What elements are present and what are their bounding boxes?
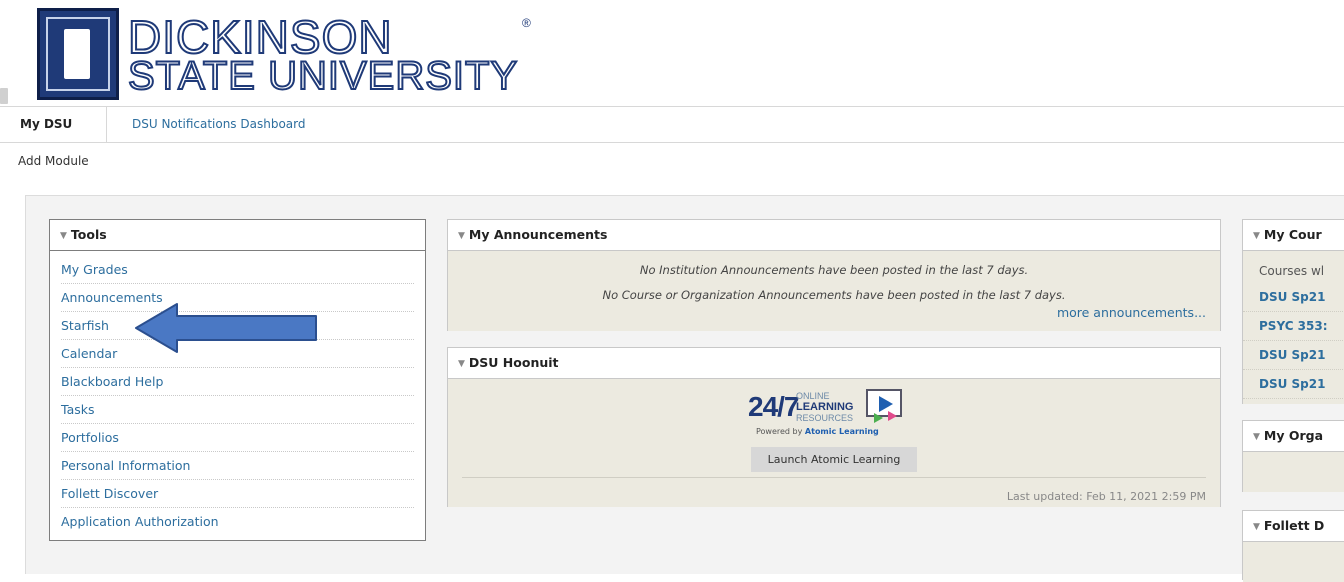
green-play-icon	[874, 413, 883, 423]
announcements-module-header[interactable]: ▼ My Announcements	[448, 220, 1220, 251]
collapse-triangle-icon[interactable]: ▼	[1253, 422, 1260, 451]
tool-link-follett-discover[interactable]: Follett Discover	[61, 480, 414, 508]
announcements-title: My Announcements	[468, 227, 608, 242]
add-module-button[interactable]: Add Module	[18, 154, 89, 168]
atomic-learning-logo[interactable]: 24/7 ONLINE LEARNING RESOURCES Powered b…	[748, 389, 918, 436]
follett-title: Follett D	[1263, 518, 1325, 533]
tool-link-tasks[interactable]: Tasks	[61, 396, 414, 424]
tool-link-my-grades[interactable]: My Grades	[61, 256, 414, 284]
logo-text-line2: STATE UNIVERSITY	[127, 54, 519, 98]
follett-module-header[interactable]: ▼ Follett D	[1243, 511, 1344, 542]
logo-247: 24/7	[748, 391, 799, 422]
pink-play-icon	[888, 411, 897, 421]
tools-module-header[interactable]: ▼ Tools	[50, 220, 425, 251]
course-link[interactable]: DSU Sp21	[1243, 341, 1344, 370]
collapse-triangle-icon[interactable]: ▼	[60, 221, 67, 250]
courses-note: Courses wl	[1259, 264, 1325, 278]
my-courses-title: My Cour	[1263, 227, 1322, 242]
logo-resources: RESOURCES	[796, 413, 854, 423]
announcements-module: ▼ My Announcements No Institution Announc…	[447, 219, 1221, 331]
tab-bar: My DSU DSU Notifications Dashboard	[0, 106, 1344, 143]
collapse-triangle-icon[interactable]: ▼	[1253, 512, 1260, 541]
announcements-body: No Institution Announcements have been p…	[448, 251, 1220, 331]
tool-link-portfolios[interactable]: Portfolios	[61, 424, 414, 452]
collapse-triangle-icon[interactable]: ▼	[1253, 221, 1260, 250]
institution-announcements-note: No Institution Announcements have been p…	[639, 263, 1029, 277]
registered-mark: ®	[522, 16, 531, 30]
tools-module: ▼ Tools My Grades Announcements Starfish …	[49, 219, 426, 541]
hoonuit-title: DSU Hoonuit	[468, 355, 559, 370]
follett-module: ▼ Follett D	[1242, 510, 1344, 582]
tools-list: My Grades Announcements Starfish Calenda…	[50, 251, 425, 535]
hoonuit-module: ▼ DSU Hoonuit 24/7 ONLINE LEARNING RESOUR…	[447, 347, 1221, 507]
my-organizations-body	[1243, 452, 1344, 492]
last-updated-text: Last updated: Feb 11, 2021 2:59 PM	[1006, 490, 1206, 503]
tool-link-application-authorization[interactable]: Application Authorization	[61, 508, 414, 535]
divider	[462, 477, 1206, 478]
logo-online: ONLINE	[796, 391, 830, 401]
my-organizations-title: My Orga	[1263, 428, 1324, 443]
tool-link-blackboard-help[interactable]: Blackboard Help	[61, 368, 414, 396]
hoonuit-body: 24/7 ONLINE LEARNING RESOURCES Powered b…	[448, 379, 1220, 507]
edge-handle[interactable]	[0, 88, 8, 104]
collapse-triangle-icon[interactable]: ▼	[458, 221, 465, 250]
site-header: DICKINSON STATE UNIVERSITY ®	[0, 0, 1344, 106]
course-link[interactable]: DSU Sp21	[1243, 370, 1344, 399]
my-organizations-module-header[interactable]: ▼ My Orga	[1243, 421, 1344, 452]
tab-my-dsu[interactable]: My DSU	[0, 107, 107, 142]
my-courses-module-header[interactable]: ▼ My Cour	[1243, 220, 1344, 251]
tab-dsu-notifications-dashboard[interactable]: DSU Notifications Dashboard	[132, 107, 305, 142]
tools-title: Tools	[70, 227, 107, 242]
my-courses-module: ▼ My Cour Courses wl DSU Sp21 PSYC 353: D…	[1242, 219, 1344, 404]
collapse-triangle-icon[interactable]: ▼	[458, 349, 465, 378]
my-organizations-module: ▼ My Orga	[1242, 420, 1344, 492]
tool-link-personal-information[interactable]: Personal Information	[61, 452, 414, 480]
logo-learning: LEARNING	[796, 401, 854, 413]
my-courses-body: Courses wl DSU Sp21 PSYC 353: DSU Sp21 D…	[1243, 251, 1344, 404]
university-logo-mark	[37, 8, 119, 100]
hoonuit-module-header[interactable]: ▼ DSU Hoonuit	[448, 348, 1220, 379]
course-link[interactable]: DSU Sp21	[1243, 283, 1344, 312]
powered-by-text: Powered by Atomic Learning	[756, 427, 879, 436]
pointer-arrow-icon	[135, 303, 317, 353]
launch-atomic-learning-button[interactable]: Launch Atomic Learning	[751, 447, 917, 472]
follett-body	[1243, 542, 1344, 582]
course-announcements-note: No Course or Organization Announcements …	[602, 288, 1066, 302]
course-link[interactable]: PSYC 353:	[1243, 312, 1344, 341]
more-announcements-link[interactable]: more announcements...	[1057, 305, 1206, 320]
